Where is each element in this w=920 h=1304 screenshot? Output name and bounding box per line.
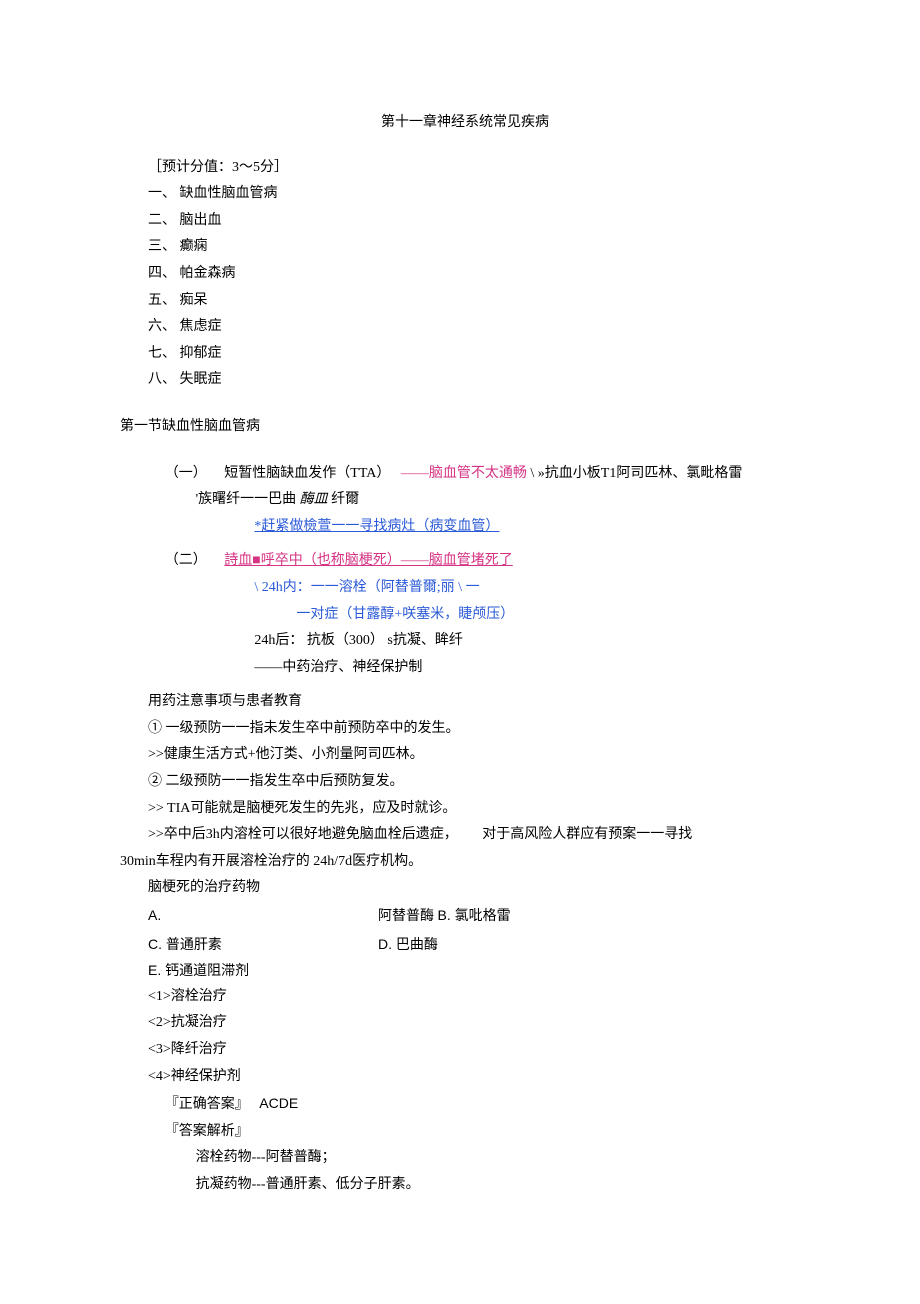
q-item: <4>神经保护剂 (120, 1064, 810, 1091)
sub1-tail: \ »抗血小板T1阿司匹林、氯毗格雷 (530, 466, 742, 481)
page: 第十一章神经系统常见疾病 ［预计分值：3～5分］ 一、 缺血性脑血管病 二、 脑… (0, 0, 920, 1304)
chapter-title: 第十一章神经系统常见疾病 (120, 110, 810, 137)
option-d: D. 巴曲酶 (350, 931, 438, 958)
note-line: >>健康生活方式+他汀类、小剂量阿司匹林。 (120, 742, 810, 769)
toc-item: 一、 缺血性脑血管病 (120, 181, 810, 208)
text: 对于高风险人群应有预案一一寻找 (482, 827, 692, 842)
toc-item: 七、 抑郁症 (120, 341, 810, 368)
opt-b-text: B. 氯吡格雷 (438, 907, 511, 923)
option-e: E. 钙通道阻滞剂 (120, 957, 810, 984)
q-item: <3>降纤治疗 (120, 1037, 810, 1064)
option-a: A. (120, 902, 350, 931)
sub1-head: 短暂性脑缺血发作（TTA） (224, 466, 390, 481)
q-item: <2>抗凝治疗 (120, 1010, 810, 1037)
q-item: <1>溶栓治疗 (120, 984, 810, 1011)
option-row: A. 阿替普酶 B. 氯吡格雷 (120, 902, 810, 931)
toc-item: 八、 失眠症 (120, 367, 810, 394)
opt-a-text: 阿替普酶 (378, 909, 434, 924)
text: 纤爾 (331, 492, 359, 507)
toc-item: 四、 帕金森病 (120, 261, 810, 288)
subsection-2: （二） 詩血■呼卒中（也称脑梗死）——脑血管堵死了 (120, 548, 810, 575)
note-line: ② 二级预防一一指发生卒中后预防复发。 (120, 769, 810, 796)
sub1-pink: ——脑血管不太通畅 (401, 466, 527, 481)
blue-text: 一 (466, 580, 480, 595)
explain-line: 抗凝药物---普通肝素、低分子肝素。 (120, 1172, 810, 1199)
label: （二） (165, 553, 207, 568)
option-row: C. 普通肝素 D. 巴曲酶 (120, 931, 810, 958)
question-title: 脑梗死的治疗药物 (120, 875, 810, 902)
sub2-line: 一对症（甘露醇+咲塞米，睫颅压） (120, 602, 810, 629)
text: '族曙纤一一巴曲 (196, 492, 297, 507)
answer-line: 『正确答案』 ACDE (120, 1090, 810, 1119)
answer-value: ACDE (259, 1095, 298, 1111)
opt-a-label: A. (148, 907, 161, 923)
toc-item: 二、 脑出血 (120, 208, 810, 235)
score-note: ［预计分值：3～5分］ (120, 155, 810, 182)
sub2-head: 詩血■呼卒中（也称脑梗死）——脑血管堵死了 (224, 553, 512, 568)
sub2-line: \ 24h内：一一溶栓（阿替普爾;丽 \ 一 (120, 575, 810, 602)
sub1-line2: '族曙纤一一巴曲 酶皿 纤爾 (120, 487, 810, 514)
note-long: >>卒中后3h内溶栓可以很好地避免脑血栓后遗症， 对于高风险人群应有预案一一寻找 (120, 822, 810, 849)
sub2-line: ——中药治疗、神经保护制 (120, 655, 810, 682)
answer-label: 『正确答案』 (165, 1097, 249, 1112)
option-b: 阿替普酶 B. 氯吡格雷 (350, 902, 511, 931)
explain-label: 『答案解析』 (120, 1119, 810, 1146)
blue-text: \ 24h内：一一溶栓（阿替普爾;丽 \ (254, 580, 462, 595)
sub1-link-line: *赶紧做檢萱一一寻找病灶（病变血管） (120, 514, 810, 541)
toc-item: 五、 痴呆 (120, 288, 810, 315)
text: >>卒中后3h内溶栓可以很好地避免脑血栓后遗症， (120, 822, 458, 849)
toc-item: 三、 癫痫 (120, 234, 810, 261)
toc-item: 六、 焦虑症 (120, 314, 810, 341)
notes-title: 用药注意事项与患者教育 (120, 689, 810, 716)
label: （一） (165, 466, 207, 481)
section-title: 第一节缺血性脑血管病 (120, 414, 810, 441)
text-italic: 酶皿 (300, 492, 328, 507)
option-c: C. 普通肝素 (120, 931, 350, 958)
link-text: *赶紧做檢萱一一寻找病灶（病变血管） (254, 519, 499, 534)
note-long-cont: 30min车程内有开展溶栓治疗的 24h/7d医疗机构。 (120, 849, 810, 876)
subsection-1: （一） 短暂性脑缺血发作（TTA） ——脑血管不太通畅 \ »抗血小板T1阿司匹… (120, 461, 810, 488)
note-line: >> TIA可能就是脑梗死发生的先兆，应及时就诊。 (120, 796, 810, 823)
note-line: ① 一级预防一一指未发生卒中前预防卒中的发生。 (120, 716, 810, 743)
sub2-line: 24h后： 抗板（300） s抗凝、眸纤 (120, 628, 810, 655)
explain-line: 溶栓药物---阿替普酶； (120, 1145, 810, 1172)
